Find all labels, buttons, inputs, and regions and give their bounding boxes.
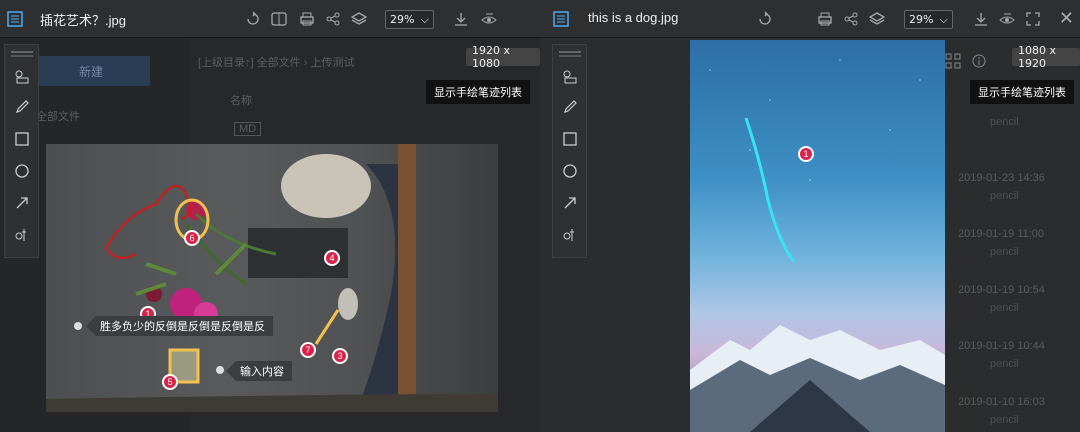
mountain-scene [690,117,945,432]
text-callout-2[interactable]: 输入内容 [226,361,292,381]
list-item[interactable]: 2019-01-19 10:54 pencil [950,278,1080,334]
rectangle-icon[interactable] [12,129,32,149]
breadcrumb: [上级目录↑] 全部文件 › 上传测试 [198,57,355,69]
zoom-select[interactable]: 29% ⌵ [904,10,953,29]
share-icon[interactable] [842,10,860,28]
chevron-down-icon: ⌵ [939,12,948,26]
rotate-icon[interactable] [244,10,262,28]
toolbar-handle-line [11,55,33,57]
sky-mountain-photo: 1 [690,40,945,432]
annotation-toolbar [552,44,587,258]
flower-photo: 6 4 1 7 3 5 胜多负少的反倒是反倒是反倒是反 输入内容 [46,144,498,412]
zoom-value: 29% [390,13,415,26]
callout-anchor-dot [216,366,224,374]
file-title: this is a dog.jpg [588,10,679,25]
annotation-badge-4[interactable]: 4 [324,250,340,266]
left-viewer: 插花艺术？.jpg 29% ⌵ 新建 全部文件 [上级目录↑] 全部文件 › 上传… [0,0,540,432]
list-item[interactable]: 2019-01-10 16:03 pencil [950,390,1080,432]
freehand-list: pencil 2019-01-23 14:36 pencil 2019-01-19… [950,110,1080,432]
toolbar-handle-line [559,55,581,57]
file-title: 插花艺术？.jpg [40,13,126,28]
grid-icon[interactable] [944,52,962,70]
annotation-list-icon[interactable] [12,67,32,87]
list-item-date: 2019-01-23 14:36 [958,172,1045,184]
list-item-tag: pencil [990,414,1019,426]
hide-annotations-icon[interactable] [480,10,498,28]
right-topbar: this is a dog.jpg 29% ⌵ ✕ [540,0,1080,38]
zoom-select[interactable]: 29% ⌵ [385,10,434,29]
list-item-tag: pencil [990,116,1019,128]
layers-icon[interactable] [868,10,886,28]
add-marker-icon[interactable] [560,225,580,245]
ellipse-icon[interactable] [12,161,32,181]
chevron-down-icon: ⌵ [420,12,429,26]
list-item[interactable]: 2019-01-19 11:00 pencil [950,222,1080,278]
hide-annotations-icon[interactable] [998,10,1016,28]
list-item-date: 2019-01-19 10:54 [958,284,1045,296]
close-icon[interactable]: ✕ [1059,10,1074,28]
file-type-badge: MD [234,122,262,136]
zoom-value: 29% [909,13,934,26]
download-icon[interactable] [972,10,990,28]
list-item[interactable]: 2019-01-23 14:36 pencil [950,166,1080,222]
ellipse-icon[interactable] [560,161,580,181]
download-icon[interactable] [452,10,470,28]
list-item-tag: pencil [990,358,1019,370]
menu-icon[interactable] [6,10,24,28]
pencil-icon[interactable] [12,97,32,117]
compare-icon[interactable] [270,10,288,28]
text-callout-1[interactable]: 胜多负少的反倒是反倒是反倒是反 [86,316,273,336]
list-item-date: 2019-01-19 10:44 [958,340,1045,352]
rotate-icon[interactable] [756,10,774,28]
list-item-date: 2019-01-19 11:00 [958,228,1045,240]
list-item-date: 2019-01-10 16:03 [958,396,1045,408]
list-item[interactable]: pencil [950,110,1080,166]
image-size-chip: 1080 x 1920 [1012,44,1080,70]
toolbar-drag-handle[interactable] [559,51,581,53]
annotation-toolbar [4,44,39,258]
list-item-tag: pencil [990,302,1019,314]
column-header-name: 名称 [230,95,252,107]
new-button: 新建 [32,56,150,86]
layers-icon[interactable] [350,10,368,28]
info-icon[interactable] [970,52,988,70]
share-icon[interactable] [324,10,342,28]
show-freehand-list-button[interactable]: 显示手绘笔迹列表 [970,80,1074,104]
annotation-badge-3[interactable]: 3 [332,348,348,364]
add-marker-icon[interactable] [12,225,32,245]
list-item-tag: pencil [990,190,1019,202]
right-viewer: this is a dog.jpg 29% ⌵ ✕ 1 1080 x 1920 显… [540,0,1080,432]
pencil-icon[interactable] [560,97,580,117]
menu-icon[interactable] [552,10,570,28]
toolbar-drag-handle[interactable] [11,51,33,53]
arrow-icon[interactable] [12,193,32,213]
print-icon[interactable] [298,10,316,28]
print-icon[interactable] [816,10,834,28]
arrow-icon[interactable] [560,193,580,213]
annotation-badge-7[interactable]: 7 [300,342,316,358]
annotation-badge-6[interactable]: 6 [184,230,200,246]
annotation-badge-5[interactable]: 5 [162,374,178,390]
fullscreen-icon[interactable] [1024,10,1042,28]
list-item-tag: pencil [990,246,1019,258]
annotation-list-icon[interactable] [560,67,580,87]
image-size-chip: 1920 x 1080 [466,44,540,70]
show-freehand-list-button[interactable]: 显示手绘笔迹列表 [426,80,530,104]
callout-anchor-dot [74,322,82,330]
list-item[interactable]: 2019-01-19 10:44 pencil [950,334,1080,390]
all-files-label: 全部文件 [36,111,80,123]
left-topbar: 插花艺术？.jpg 29% ⌵ [0,0,540,38]
rectangle-icon[interactable] [560,129,580,149]
annotation-badge-1[interactable]: 1 [798,146,814,162]
